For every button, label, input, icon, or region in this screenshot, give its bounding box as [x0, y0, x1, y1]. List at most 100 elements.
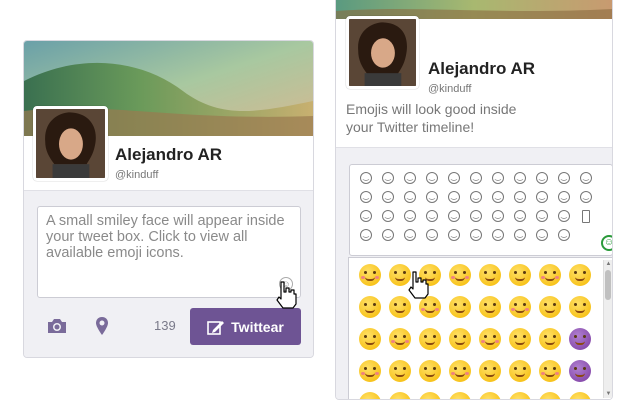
outline-emoji[interactable]: ‿ — [404, 172, 416, 184]
emoji-option[interactable] — [539, 328, 561, 350]
green-smiley-icon[interactable]: ☺ — [601, 235, 612, 251]
outline-emoji[interactable]: ‿ — [404, 191, 416, 203]
emoji-option[interactable] — [569, 392, 591, 399]
timeline-preview-card: Alejandro AR @kinduff Emojis will look g… — [335, 0, 613, 400]
profile-name[interactable]: Alejandro AR — [115, 145, 222, 165]
tweet-compose-card: Alejandro AR @kinduff A small smiley fac… — [23, 40, 314, 358]
avatar[interactable] — [33, 106, 108, 181]
outline-emoji[interactable]: ‿ — [404, 210, 416, 222]
outline-emoji[interactable]: ‿ — [448, 229, 460, 241]
emoji-option[interactable] — [389, 360, 411, 382]
emoji-option[interactable] — [479, 296, 501, 318]
outline-emoji[interactable]: ‿ — [470, 172, 482, 184]
emoji-option[interactable] — [419, 360, 441, 382]
emoji-option[interactable] — [509, 392, 531, 399]
outline-emoji[interactable]: ‿ — [360, 210, 372, 222]
profile-name[interactable]: Alejandro AR — [428, 59, 535, 79]
emoji-option[interactable] — [539, 360, 561, 382]
outline-emoji[interactable]: ‿ — [448, 191, 460, 203]
outline-emoji[interactable]: ‿ — [558, 210, 570, 222]
outline-emoji[interactable]: ‿ — [492, 210, 504, 222]
outline-emoji[interactable]: ‿ — [536, 229, 548, 241]
emoji-option[interactable] — [359, 264, 381, 286]
location-icon[interactable] — [95, 316, 109, 336]
emoji-option[interactable] — [479, 264, 501, 286]
outline-emoji[interactable]: ‿ — [426, 172, 438, 184]
emoji-option[interactable] — [449, 264, 471, 286]
emoji-option[interactable] — [419, 328, 441, 350]
outline-emoji[interactable]: ‿ — [580, 172, 592, 184]
profile-handle[interactable]: @kinduff — [115, 169, 158, 181]
emoji-option[interactable] — [389, 328, 411, 350]
outline-emoji[interactable]: ‿ — [514, 191, 526, 203]
emoji-option[interactable] — [479, 328, 501, 350]
scroll-thumb[interactable] — [605, 270, 611, 300]
outline-emoji[interactable]: ‿ — [514, 210, 526, 222]
scrollbar[interactable]: ▲ ▼ — [603, 260, 612, 398]
camera-icon[interactable] — [46, 317, 68, 335]
outline-emoji[interactable]: ‿ — [470, 210, 482, 222]
emoji-picker[interactable]: ▲ ▼ — [348, 257, 612, 399]
emoji-option[interactable] — [509, 296, 531, 318]
outline-emoji[interactable]: ‿ — [426, 210, 438, 222]
outline-emoji[interactable]: ‿ — [492, 229, 504, 241]
emoji-outline-grid: ☺ ‿ ‿ ‿ ‿ ‿ ‿ ‿ ‿ ‿ ‿ ‿ ‿ ‿ ‿ ‿ ‿ ‿ ‿ ‿ ‿ ‿ ‿ ‿ ‿ ‿ ‿ ‿ ‿ ‿ ‿ ‿ ‿ ‿ ‿ ‿ ‿ ‿ ‿… — [349, 164, 612, 256]
tweet-button[interactable]: Twittear — [190, 308, 301, 345]
emoji-option[interactable] — [449, 328, 471, 350]
outline-emoji[interactable]: ‿ — [360, 191, 372, 203]
outline-emoji[interactable]: ‿ — [404, 229, 416, 241]
emoji-option[interactable] — [569, 360, 591, 382]
profile-handle[interactable]: @kinduff — [428, 83, 471, 95]
emoji-option[interactable] — [419, 392, 441, 399]
outline-emoji[interactable]: ‿ — [514, 229, 526, 241]
emoji-option[interactable] — [389, 392, 411, 399]
outline-emoji[interactable]: ‿ — [536, 191, 548, 203]
outline-emoji[interactable]: ‿ — [448, 172, 460, 184]
outline-emoji[interactable]: ‿ — [514, 172, 526, 184]
emoji-option[interactable] — [449, 360, 471, 382]
emoji-option[interactable] — [359, 328, 381, 350]
outline-emoji[interactable]: ‿ — [536, 210, 548, 222]
outline-emoji[interactable]: ‿ — [448, 210, 460, 222]
outline-emoji[interactable]: ‿ — [492, 172, 504, 184]
avatar[interactable] — [346, 16, 419, 89]
emoji-option[interactable] — [569, 296, 591, 318]
emoji-option[interactable] — [539, 392, 561, 399]
outline-emoji[interactable]: ‿ — [492, 191, 504, 203]
emoji-option[interactable] — [359, 296, 381, 318]
outline-emoji[interactable]: ‿ — [536, 172, 548, 184]
emoji-option[interactable] — [569, 328, 591, 350]
outline-emoji[interactable]: ‿ — [470, 229, 482, 241]
outline-emoji-placeholder[interactable] — [582, 210, 590, 223]
char-count: 139 — [154, 318, 176, 333]
emoji-option[interactable] — [509, 264, 531, 286]
outline-emoji[interactable]: ‿ — [426, 191, 438, 203]
emoji-option[interactable] — [569, 264, 591, 286]
outline-emoji[interactable]: ‿ — [360, 229, 372, 241]
tweet-input[interactable]: A small smiley face will appear inside y… — [37, 206, 301, 298]
emoji-option[interactable] — [359, 392, 381, 399]
hand-cursor-icon — [405, 270, 431, 300]
outline-emoji[interactable]: ‿ — [470, 191, 482, 203]
scroll-up-icon[interactable]: ▲ — [604, 260, 612, 268]
outline-emoji[interactable]: ‿ — [558, 191, 570, 203]
outline-emoji[interactable]: ‿ — [382, 210, 394, 222]
outline-emoji[interactable]: ‿ — [360, 172, 372, 184]
outline-emoji[interactable]: ‿ — [382, 229, 394, 241]
emoji-option[interactable] — [509, 328, 531, 350]
emoji-option[interactable] — [479, 360, 501, 382]
emoji-option[interactable] — [359, 360, 381, 382]
emoji-option[interactable] — [479, 392, 501, 399]
emoji-option[interactable] — [509, 360, 531, 382]
outline-emoji[interactable]: ‿ — [382, 172, 394, 184]
emoji-option[interactable] — [539, 264, 561, 286]
emoji-option[interactable] — [449, 392, 471, 399]
emoji-option[interactable] — [449, 296, 471, 318]
outline-emoji[interactable]: ‿ — [382, 191, 394, 203]
outline-emoji[interactable]: ‿ — [558, 229, 570, 241]
outline-emoji[interactable]: ‿ — [426, 229, 438, 241]
outline-emoji[interactable]: ‿ — [558, 172, 570, 184]
emoji-option[interactable] — [539, 296, 561, 318]
outline-emoji[interactable]: ‿ — [580, 191, 592, 203]
scroll-down-icon[interactable]: ▼ — [604, 390, 612, 398]
